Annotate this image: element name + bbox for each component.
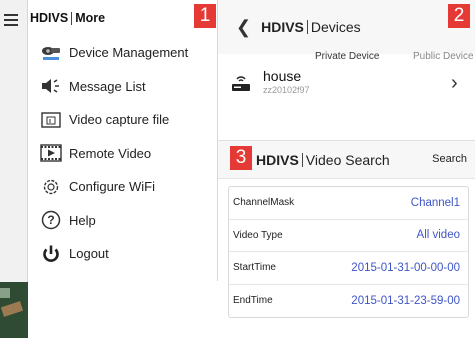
brand-label: HDIVS: [30, 11, 69, 25]
devices-panel: ❮ HDIVS Devices Private Device Public De…: [218, 0, 475, 108]
gear-icon: [40, 176, 62, 198]
param-value: 2015-01-31-23-59-00: [351, 294, 460, 307]
speaker-icon: [40, 75, 62, 97]
param-value: All video: [416, 229, 460, 242]
brand-label: HDIVS: [256, 151, 299, 168]
param-row-channelmask[interactable]: ChannelMask Channel1: [229, 187, 468, 220]
param-row-video-type[interactable]: Video Type All video: [229, 220, 468, 252]
side-menu: HDIVS More Device Management Message Lis…: [28, 0, 218, 281]
param-label: StartTime: [233, 262, 276, 274]
menu-list: Device Management Message List Video cap…: [28, 36, 217, 271]
router-icon: [230, 72, 252, 99]
menu-item-configure-wifi[interactable]: Configure WiFi: [28, 170, 217, 204]
menu-item-help[interactable]: ? Help: [28, 204, 217, 238]
step-badge-3: 3: [230, 146, 252, 170]
step-badge-2: 2: [448, 4, 470, 28]
menu-item-remote-video[interactable]: Remote Video: [28, 137, 217, 171]
hamburger-menu-icon[interactable]: [4, 14, 18, 26]
search-button[interactable]: Search: [432, 153, 467, 165]
menu-item-label: Device Management: [69, 45, 189, 61]
menu-item-message-list[interactable]: Message List: [28, 70, 217, 104]
menu-item-label: Message List: [69, 78, 146, 94]
param-label: ChannelMask: [233, 197, 295, 209]
camera-icon: [40, 42, 62, 64]
devices-header: ❮ HDIVS Devices: [218, 0, 475, 54]
video-search-title: Video Search: [305, 151, 390, 168]
title-divider: [306, 20, 308, 34]
device-id: zz20102f97: [263, 85, 310, 95]
power-icon: [40, 243, 62, 265]
devices-title: Devices: [310, 19, 361, 35]
file-icon: [40, 109, 62, 131]
menu-item-device-management[interactable]: Device Management: [28, 36, 217, 70]
menu-item-label: Configure WiFi: [69, 179, 155, 195]
menu-title: More: [75, 11, 106, 25]
step-badge-1: 1: [194, 4, 216, 28]
menu-item-label: Help: [69, 212, 96, 228]
param-row-endtime[interactable]: EndTime 2015-01-31-23-59-00: [229, 285, 468, 318]
param-label: Video Type: [233, 229, 283, 241]
video-search-panel: HDIVS Video Search Search ChannelMask Ch…: [218, 140, 475, 338]
menu-item-label: Video capture file: [69, 112, 170, 128]
menu-item-video-capture-file[interactable]: Video capture file: [28, 103, 217, 137]
menu-item-label: Remote Video: [69, 145, 152, 161]
title-divider: [301, 152, 303, 167]
param-value: 2015-01-31-00-00-00: [351, 261, 460, 274]
title-divider: [71, 11, 73, 25]
chevron-right-icon[interactable]: ›: [451, 72, 458, 95]
search-params-list: ChannelMask Channel1 Video Type All vide…: [228, 186, 469, 318]
brand-label: HDIVS: [261, 19, 304, 35]
back-arrow-icon[interactable]: ❮: [236, 17, 251, 38]
tab-private-device[interactable]: Private Device: [315, 51, 379, 62]
menu-item-logout[interactable]: Logout: [28, 237, 217, 271]
param-row-starttime[interactable]: StartTime 2015-01-31-00-00-00: [229, 252, 468, 285]
menu-header: HDIVS More: [28, 0, 217, 36]
help-icon: ?: [40, 209, 62, 231]
tab-public-device[interactable]: Public Device: [413, 51, 474, 62]
svg-text:?: ?: [47, 213, 54, 227]
param-value: Channel1: [410, 196, 460, 209]
film-icon: [40, 142, 62, 164]
device-name: house: [263, 68, 302, 84]
param-label: EndTime: [233, 295, 273, 307]
menu-item-label: Logout: [69, 246, 109, 262]
background-app-strip: [0, 0, 28, 338]
device-tabs: Private Device Public Device: [218, 51, 475, 65]
background-thumbnail: [0, 282, 28, 338]
device-row[interactable]: house zz20102f97 ›: [218, 64, 475, 106]
